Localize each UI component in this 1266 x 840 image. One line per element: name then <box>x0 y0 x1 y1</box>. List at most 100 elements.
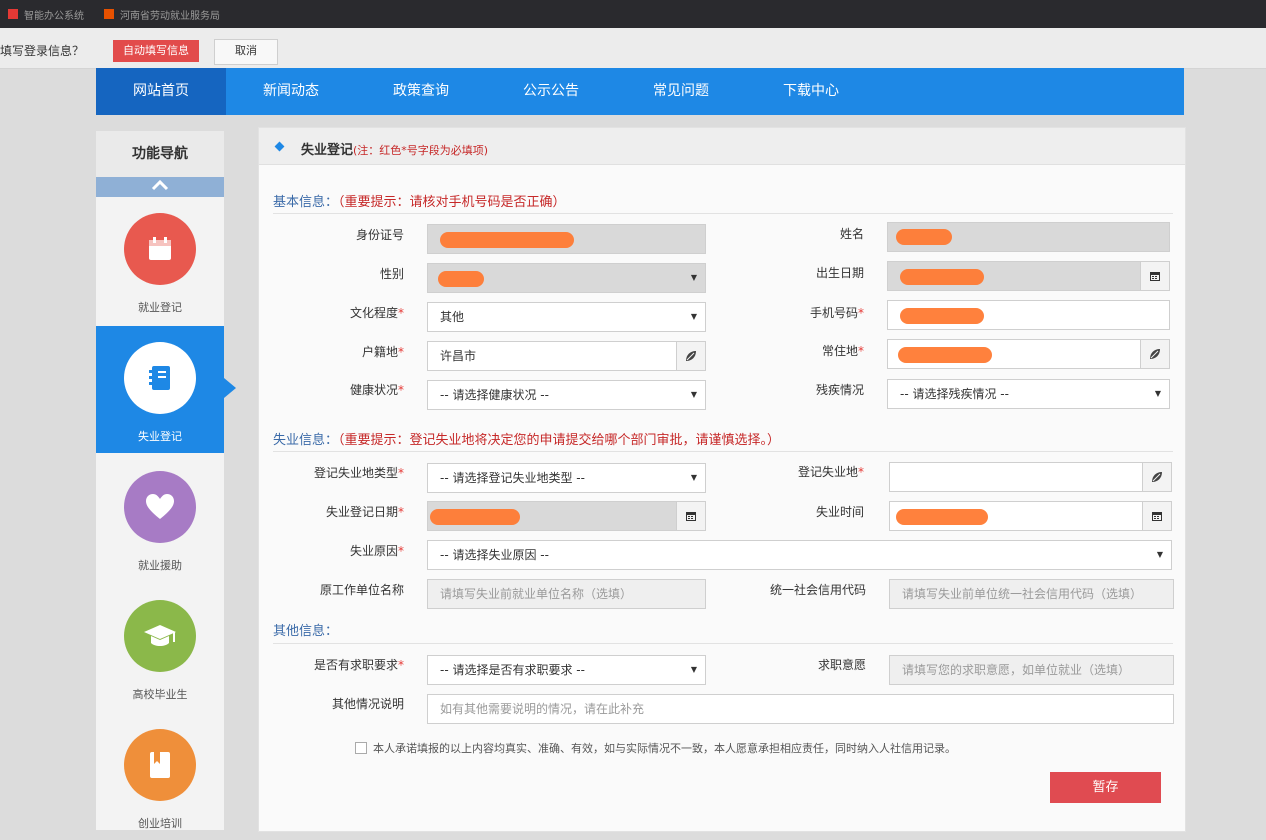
section-label: 基本信息： <box>273 195 339 210</box>
disability-select[interactable]: -- 请选择残疾情况 -- ▼ <box>887 379 1170 409</box>
label-text: 姓名 <box>839 227 864 241</box>
chevron-up-icon[interactable] <box>96 177 224 197</box>
label-text: 失业登记日期 <box>325 505 398 519</box>
unemp-place-type-select[interactable]: -- 请选择登记失业地类型 -- ▼ <box>427 463 706 493</box>
hukou-label: 户籍地* <box>264 343 404 360</box>
redaction <box>896 229 952 245</box>
health-select[interactable]: -- 请选择健康状况 -- ▼ <box>427 380 706 410</box>
nav-policy[interactable]: 政策查询 <box>356 68 486 115</box>
label-text: 性别 <box>379 267 404 281</box>
diamond-icon <box>274 141 285 152</box>
cancel-button[interactable]: 取消 <box>214 39 278 65</box>
nav-news[interactable]: 新闻动态 <box>226 68 356 115</box>
label-text: 户籍地 <box>361 345 398 359</box>
label-text: 健康状况 <box>349 383 398 397</box>
nav-downloads[interactable]: 下载中心 <box>746 68 876 115</box>
caret-down-icon: ▼ <box>690 390 697 399</box>
name-label: 姓名 <box>724 225 864 242</box>
autofill-question: 填写登录信息？ <box>0 44 85 58</box>
redaction <box>900 269 984 285</box>
autofill-button[interactable]: 自动填写信息 <box>113 40 199 62</box>
nav-home[interactable]: 网站首页 <box>96 68 226 115</box>
birth-label: 出生日期 <box>724 264 864 281</box>
sidebar-item-employment-registration[interactable]: 就业登记 <box>96 197 224 324</box>
unemp-reason-select[interactable]: -- 请选择失业原因 -- ▼ <box>427 540 1172 570</box>
section-basic-info: 基本信息：（重要提示：请核对手机号码是否正确） <box>273 191 566 210</box>
sidebar-item-entrepreneurship-training[interactable]: 创业培训 <box>96 713 224 840</box>
unemp-reason-label: 失业原因* <box>264 542 404 559</box>
unemp-time-field[interactable] <box>889 501 1172 531</box>
job-intent-input[interactable]: 请填写您的求职意愿，如单位就业（选填） <box>889 655 1174 685</box>
label-text: 失业原因 <box>349 544 398 558</box>
select-value: -- 请选择失业原因 -- <box>440 548 549 562</box>
divider <box>273 213 1173 214</box>
form-header: 失业登记(注：红色*号字段为必填项) <box>259 128 1185 165</box>
section-label: 其他信息： <box>273 624 339 639</box>
form-title-text: 失业登记 <box>301 143 354 158</box>
active-indicator <box>224 378 236 398</box>
top-nav: 网站首页 新闻动态 政策查询 公示公告 常见问题 下载中心 <box>96 68 1184 115</box>
phone-field[interactable] <box>887 300 1170 330</box>
browser-tab-1[interactable]: 智能办公系统 <box>8 6 84 22</box>
required-mark: * <box>858 344 864 358</box>
former-employer-input[interactable]: 请填写失业前就业单位名称（选填） <box>427 579 706 609</box>
sidebar-item-label: 就业登记 <box>138 301 182 314</box>
browser-tab-label: 河南省劳动就业服务局 <box>120 10 220 22</box>
sidebar-item-unemployment-registration[interactable]: 失业登记 <box>96 326 224 453</box>
save-button[interactable]: 暂存 <box>1050 772 1161 803</box>
placeholder-text: 请填写失业前单位统一社会信用代码（选填） <box>902 587 1143 601</box>
sidebar-item-label: 失业登记 <box>138 430 182 443</box>
sidebar: 功能导航 就业登记 失业登记 就业援助 高校毕业生 创业培训 <box>96 131 224 830</box>
leaf-icon[interactable] <box>1142 462 1172 492</box>
section-other-info: 其他信息： <box>273 620 338 639</box>
section-unemployment-info: 失业信息：（重要提示：登记失业地将决定您的申请提交给哪个部门审批，请谨慎选择。） <box>273 429 780 448</box>
nav-notices[interactable]: 公示公告 <box>486 68 616 115</box>
residence-field[interactable] <box>887 339 1170 369</box>
redaction <box>898 347 992 363</box>
birth-field[interactable] <box>887 261 1170 291</box>
gender-label: 性别 <box>264 265 404 282</box>
other-notes-label: 其他情况说明 <box>264 695 404 712</box>
sidebar-item-label: 就业援助 <box>138 559 182 572</box>
job-seeking-label: 是否有求职要求* <box>264 656 404 673</box>
unemp-place-type-label: 登记失业地类型* <box>264 464 404 481</box>
sidebar-item-label: 创业培训 <box>138 817 182 830</box>
unemp-place-field[interactable] <box>889 462 1172 492</box>
credit-code-input[interactable]: 请填写失业前单位统一社会信用代码（选填） <box>889 579 1174 609</box>
unemp-date-field[interactable] <box>427 501 706 531</box>
leaf-icon[interactable] <box>1140 339 1170 369</box>
section-tip: （重要提示：登记失业地将决定您的申请提交给哪个部门审批，请谨慎选择。） <box>338 433 781 448</box>
calendar-icon[interactable] <box>1142 501 1172 531</box>
agreement: 本人承诺填报的以上内容均真实、准确、有效，如与实际情况不一致，本人愿意承担相应责… <box>355 740 956 756</box>
browser-tab-2[interactable]: 河南省劳动就业服务局 <box>104 6 220 22</box>
sidebar-item-graduates[interactable]: 高校毕业生 <box>96 584 224 711</box>
education-select[interactable]: 其他 ▼ <box>427 302 706 332</box>
health-label: 健康状况* <box>264 381 404 398</box>
caret-down-icon: ▼ <box>1154 389 1161 398</box>
redaction <box>440 232 574 248</box>
job-seeking-select[interactable]: -- 请选择是否有求职要求 -- ▼ <box>427 655 706 685</box>
calendar-icon[interactable] <box>676 501 706 531</box>
redaction <box>438 271 484 287</box>
id-field[interactable] <box>427 224 706 254</box>
hukou-field[interactable]: 许昌市 <box>427 341 706 371</box>
label-text: 登记失业地 <box>797 465 858 479</box>
required-mark: * <box>398 505 404 519</box>
notebook-icon <box>124 342 196 414</box>
sidebar-item-employment-assistance[interactable]: 就业援助 <box>96 455 224 582</box>
name-field[interactable] <box>887 222 1170 252</box>
section-tip: （重要提示：请核对手机号码是否正确） <box>338 195 566 210</box>
select-value: -- 请选择登记失业地类型 -- <box>440 471 585 485</box>
unemp-date-label: 失业登记日期* <box>264 503 404 520</box>
redaction <box>900 308 984 324</box>
gender-select[interactable]: ▼ <box>427 263 706 293</box>
nav-faq[interactable]: 常见问题 <box>616 68 746 115</box>
form-title: 失业登记(注：红色*号字段为必填项) <box>301 139 488 158</box>
calendar-icon[interactable] <box>1140 261 1170 291</box>
required-mark: * <box>858 306 864 320</box>
agreement-checkbox[interactable] <box>355 742 367 754</box>
label-text: 身份证号 <box>355 228 404 242</box>
leaf-icon[interactable] <box>676 341 706 371</box>
sidebar-title: 功能导航 <box>96 131 224 177</box>
other-notes-input[interactable]: 如有其他需要说明的情况，请在此补充 <box>427 694 1174 724</box>
